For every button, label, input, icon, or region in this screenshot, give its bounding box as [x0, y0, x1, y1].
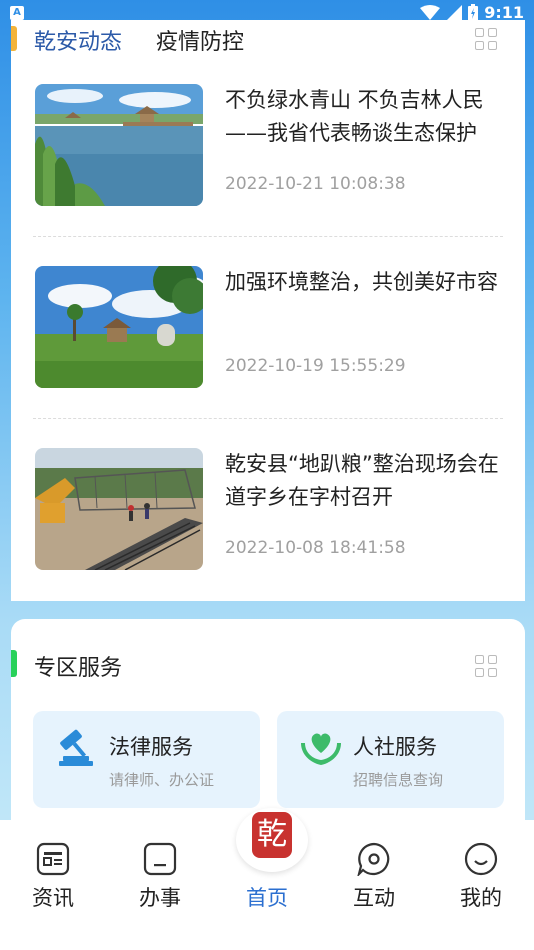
news-item[interactable]: 不负绿水青山 不负吉林人民——我省代表畅谈生态保护 2022-10-21 10:… — [33, 84, 503, 208]
divider — [33, 236, 503, 237]
task-icon — [143, 842, 177, 876]
news-item[interactable]: 加强环境整治，共创美好市容 2022-10-19 15:55:29 — [33, 266, 503, 390]
more-grid-icon[interactable] — [475, 655, 497, 677]
nav-profile[interactable]: 我的 — [441, 842, 521, 912]
service-card: 专区服务 法律服务 请律师、办公证 人社服务 招聘信息查询 — [11, 619, 525, 834]
heart-hands-icon — [301, 733, 341, 765]
news-icon — [36, 842, 70, 876]
legal-service-tile[interactable]: 法律服务 请律师、办公证 — [33, 711, 260, 808]
nav-label: 互动 — [353, 886, 395, 910]
news-title: 乾安县“地趴粮”整治现场会在道字乡在字村召开 — [225, 452, 499, 509]
more-grid-icon[interactable] — [475, 28, 497, 50]
social-service-tile[interactable]: 人社服务 招聘信息查询 — [277, 711, 504, 808]
home-logo-button[interactable]: 乾 — [236, 808, 308, 872]
wifi-icon — [420, 4, 441, 20]
news-time: 2022-10-21 10:08:38 — [225, 174, 406, 194]
nav-label: 办事 — [139, 886, 181, 910]
news-title: 加强环境整治，共创美好市容 — [225, 270, 498, 294]
profile-icon — [464, 842, 498, 876]
tile-subtitle: 请律师、办公证 — [109, 771, 215, 789]
service-accent-bar — [11, 650, 17, 677]
news-thumbnail — [35, 448, 203, 570]
divider — [33, 418, 503, 419]
tab-epidemic-control[interactable]: 疫情防控 — [156, 24, 244, 56]
nav-interact[interactable]: 互动 — [334, 842, 414, 912]
chat-icon — [357, 842, 390, 876]
news-title: 不负绿水青山 不负吉林人民——我省代表畅谈生态保护 — [225, 88, 484, 145]
gavel-icon — [59, 729, 93, 766]
news-thumbnail — [35, 266, 203, 388]
notification-badge: A — [10, 6, 24, 20]
nav-label: 资讯 — [32, 886, 74, 910]
news-thumbnail — [35, 84, 203, 206]
signal-icon — [446, 4, 463, 21]
nav-news[interactable]: 资讯 — [13, 842, 93, 912]
tab-qianan-news[interactable]: 乾安动态 — [34, 24, 122, 56]
news-tab-row: 乾安动态 疫情防控 — [11, 20, 525, 60]
tile-subtitle: 招聘信息查询 — [353, 771, 444, 789]
home-logo-icon: 乾 — [252, 812, 292, 858]
nav-tasks[interactable]: 办事 — [120, 842, 200, 912]
tile-title: 人社服务 — [353, 735, 437, 759]
nav-label: 我的 — [460, 886, 502, 910]
news-card: 乾安动态 疫情防控 不负绿水青山 不负吉林人民——我省代表畅谈生态保护 2022… — [11, 20, 525, 601]
tab-accent-bar — [11, 26, 17, 51]
nav-label: 首页 — [246, 886, 288, 910]
battery-icon — [468, 4, 479, 21]
tile-title: 法律服务 — [109, 735, 193, 759]
news-item[interactable]: 乾安县“地趴粮”整治现场会在道字乡在字村召开 2022-10-08 18:41:… — [33, 448, 503, 572]
news-time: 2022-10-08 18:41:58 — [225, 538, 406, 558]
news-time: 2022-10-19 15:55:29 — [225, 356, 406, 376]
section-title: 专区服务 — [34, 656, 123, 681]
